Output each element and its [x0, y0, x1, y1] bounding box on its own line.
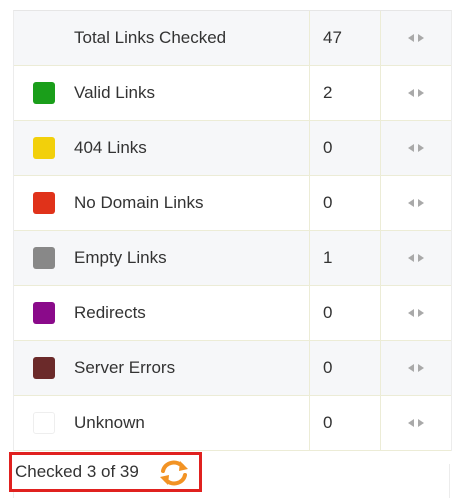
color-swatch [33, 82, 55, 104]
row-value: 47 [310, 11, 381, 65]
row-label-cell: Unknown [14, 396, 310, 450]
row-label: 404 Links [74, 138, 147, 157]
table-row-unknown: Unknown 0 [14, 396, 451, 451]
left-right-arrows-icon[interactable] [408, 199, 424, 207]
row-toggle[interactable] [381, 396, 451, 450]
left-right-arrows-icon[interactable] [408, 34, 424, 42]
checked-progress-text: Checked 3 of 39 [15, 462, 139, 481]
arrow-right-icon [418, 89, 424, 97]
row-value: 0 [310, 121, 381, 175]
arrow-left-icon [408, 419, 414, 427]
row-toggle[interactable] [381, 231, 451, 285]
left-right-arrows-icon[interactable] [408, 254, 424, 262]
row-label-cell: Total Links Checked [14, 11, 310, 65]
table-row-server-errors: Server Errors 0 [14, 341, 451, 396]
left-right-arrows-icon[interactable] [408, 419, 424, 427]
arrow-left-icon [408, 144, 414, 152]
row-value: 2 [310, 66, 381, 120]
row-toggle[interactable] [381, 121, 451, 175]
arrow-left-icon [408, 199, 414, 207]
row-label-cell: Empty Links [14, 231, 310, 285]
row-label: No Domain Links [74, 193, 204, 212]
table-row-valid-links: Valid Links 2 [14, 66, 451, 121]
arrow-right-icon [418, 199, 424, 207]
arrow-right-icon [418, 309, 424, 317]
arrow-right-icon [418, 254, 424, 262]
table-row-empty-links: Empty Links 1 [14, 231, 451, 286]
color-swatch [33, 302, 55, 324]
table-row-no-domain-links: No Domain Links 0 [14, 176, 451, 231]
arrow-right-icon [418, 419, 424, 427]
row-label: Total Links Checked [74, 28, 227, 47]
row-value: 0 [310, 396, 381, 450]
row-label: Redirects [74, 303, 146, 322]
row-label-cell: Valid Links [14, 66, 310, 120]
color-swatch [33, 357, 55, 379]
refresh-icon[interactable] [158, 458, 190, 488]
row-label: Empty Links [74, 248, 167, 267]
table-row-redirects: Redirects 0 [14, 286, 451, 341]
row-value: 0 [310, 176, 381, 230]
row-label: Unknown [74, 413, 145, 432]
row-label: Valid Links [74, 83, 155, 102]
row-value: 0 [310, 341, 381, 395]
row-label: Server Errors [74, 358, 176, 377]
arrow-left-icon [408, 364, 414, 372]
row-toggle[interactable] [381, 66, 451, 120]
table-row-404-links: 404 Links 0 [14, 121, 451, 176]
row-toggle[interactable] [381, 341, 451, 395]
arrow-right-icon [418, 144, 424, 152]
left-right-arrows-icon[interactable] [408, 309, 424, 317]
left-right-arrows-icon[interactable] [408, 364, 424, 372]
row-label-cell: No Domain Links [14, 176, 310, 230]
arrow-right-icon [418, 364, 424, 372]
checked-progress-highlight: Checked 3 of 39 [9, 452, 202, 492]
color-swatch [33, 412, 55, 434]
left-right-arrows-icon[interactable] [408, 144, 424, 152]
arrow-right-icon [418, 34, 424, 42]
left-right-arrows-icon[interactable] [408, 89, 424, 97]
row-value: 0 [310, 286, 381, 340]
link-stats-table: Total Links Checked 47 Valid Links 2 404… [13, 10, 452, 451]
row-toggle[interactable] [381, 176, 451, 230]
arrow-left-icon [408, 89, 414, 97]
row-toggle[interactable] [381, 286, 451, 340]
color-swatch [33, 192, 55, 214]
table-row-total-links: Total Links Checked 47 [14, 11, 451, 66]
row-toggle[interactable] [381, 11, 451, 65]
row-label-cell: 404 Links [14, 121, 310, 175]
arrow-left-icon [408, 34, 414, 42]
color-swatch [33, 247, 55, 269]
arrow-left-icon [408, 254, 414, 262]
row-value: 1 [310, 231, 381, 285]
row-label-cell: Redirects [14, 286, 310, 340]
row-label-cell: Server Errors [14, 341, 310, 395]
color-swatch [33, 137, 55, 159]
arrow-left-icon [408, 309, 414, 317]
